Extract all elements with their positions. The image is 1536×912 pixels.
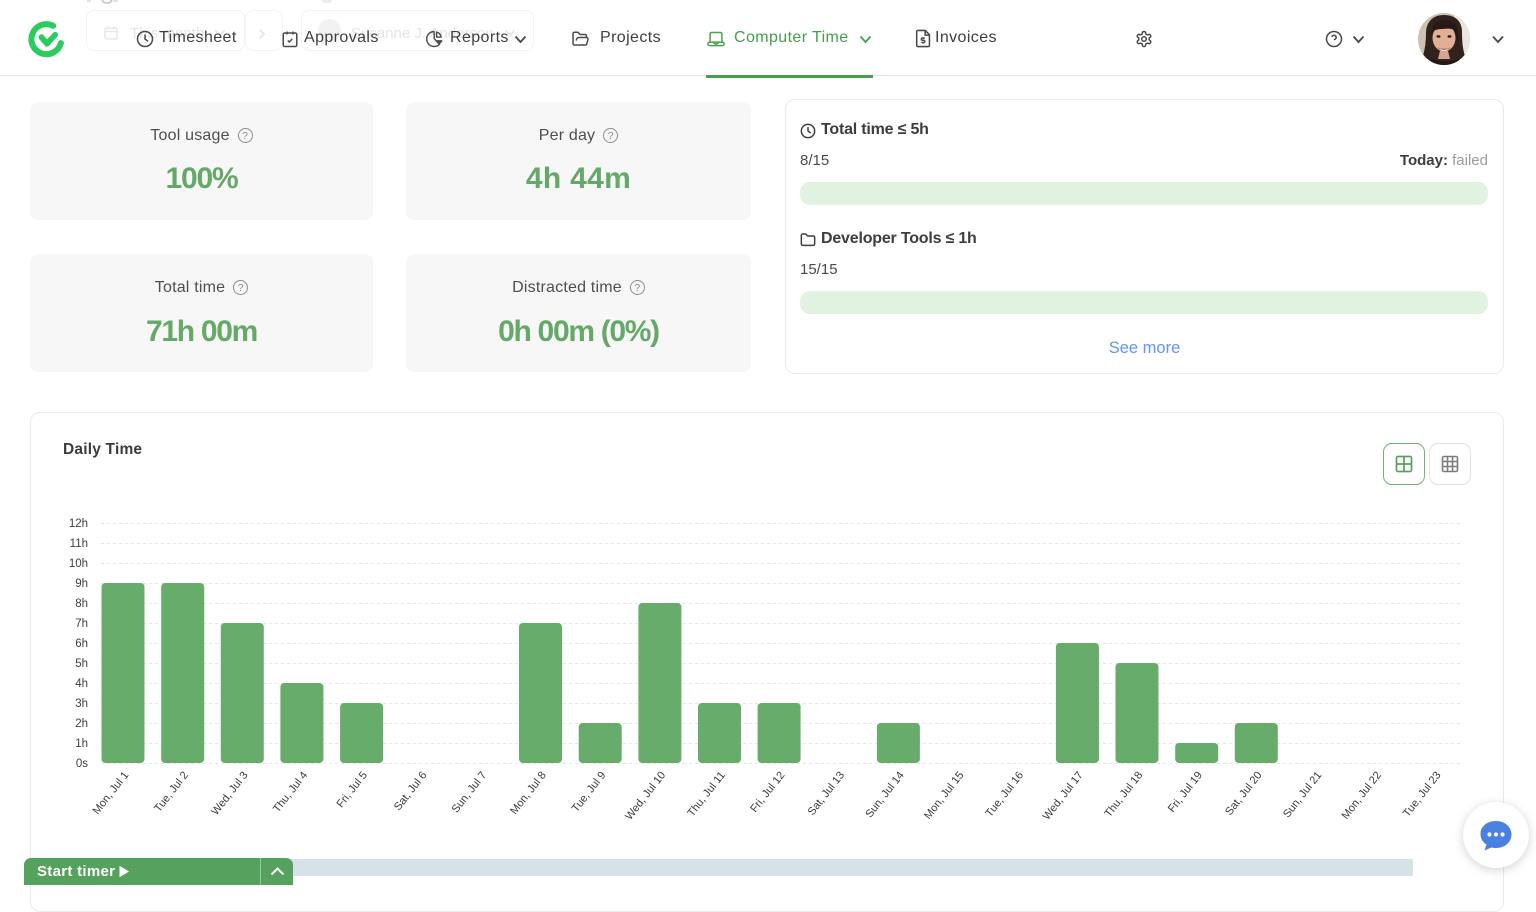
svg-text:Tue, Jul 16: Tue, Jul 16 <box>983 769 1026 819</box>
svg-text:Mon, Jul 8: Mon, Jul 8 <box>508 769 549 816</box>
svg-text:2h: 2h <box>75 718 88 730</box>
svg-text:1h: 1h <box>75 738 88 750</box>
svg-text:11h: 11h <box>70 538 88 550</box>
svg-text:Mon, Jul 1: Mon, Jul 1 <box>91 769 132 816</box>
svg-text:Thu, Jul 4: Thu, Jul 4 <box>271 769 310 814</box>
svg-text:0s: 0s <box>76 758 88 770</box>
svg-text:Sun, Jul 7: Sun, Jul 7 <box>450 769 490 815</box>
svg-text:Sat, Jul 6: Sat, Jul 6 <box>392 769 430 813</box>
svg-text:7h: 7h <box>75 618 88 630</box>
svg-text:Sat, Jul 20: Sat, Jul 20 <box>1223 769 1264 817</box>
svg-text:Wed, Jul 10: Wed, Jul 10 <box>623 769 668 822</box>
svg-text:Fri, Jul 12: Fri, Jul 12 <box>748 769 787 814</box>
svg-text:Wed, Jul 17: Wed, Jul 17 <box>1041 769 1086 822</box>
svg-text:6h: 6h <box>75 638 88 650</box>
svg-text:5h: 5h <box>75 658 88 670</box>
svg-text:Sat, Jul 13: Sat, Jul 13 <box>806 769 847 817</box>
svg-text:8h: 8h <box>75 598 88 610</box>
svg-text:Fri, Jul 5: Fri, Jul 5 <box>335 769 370 810</box>
svg-text:12h: 12h <box>69 518 88 530</box>
svg-text:Tue, Jul 9: Tue, Jul 9 <box>570 769 609 814</box>
svg-text:Mon, Jul 22: Mon, Jul 22 <box>1339 769 1383 821</box>
svg-text:10h: 10h <box>69 558 88 570</box>
svg-text:Sun, Jul 21: Sun, Jul 21 <box>1281 769 1324 820</box>
svg-text:Fri, Jul 19: Fri, Jul 19 <box>1166 769 1205 814</box>
svg-text:Tue, Jul 2: Tue, Jul 2 <box>152 769 191 814</box>
svg-text:Thu, Jul 18: Thu, Jul 18 <box>1102 769 1145 819</box>
svg-text:Thu, Jul 11: Thu, Jul 11 <box>685 769 727 819</box>
svg-text:9h: 9h <box>75 578 88 590</box>
svg-text:Wed, Jul 3: Wed, Jul 3 <box>209 769 250 817</box>
svg-text:Sun, Jul 14: Sun, Jul 14 <box>863 769 906 820</box>
svg-text:4h: 4h <box>75 678 88 690</box>
svg-text:3h: 3h <box>75 698 88 710</box>
svg-text:Mon, Jul 15: Mon, Jul 15 <box>922 769 966 821</box>
svg-text:Tue, Jul 23: Tue, Jul 23 <box>1401 769 1444 819</box>
